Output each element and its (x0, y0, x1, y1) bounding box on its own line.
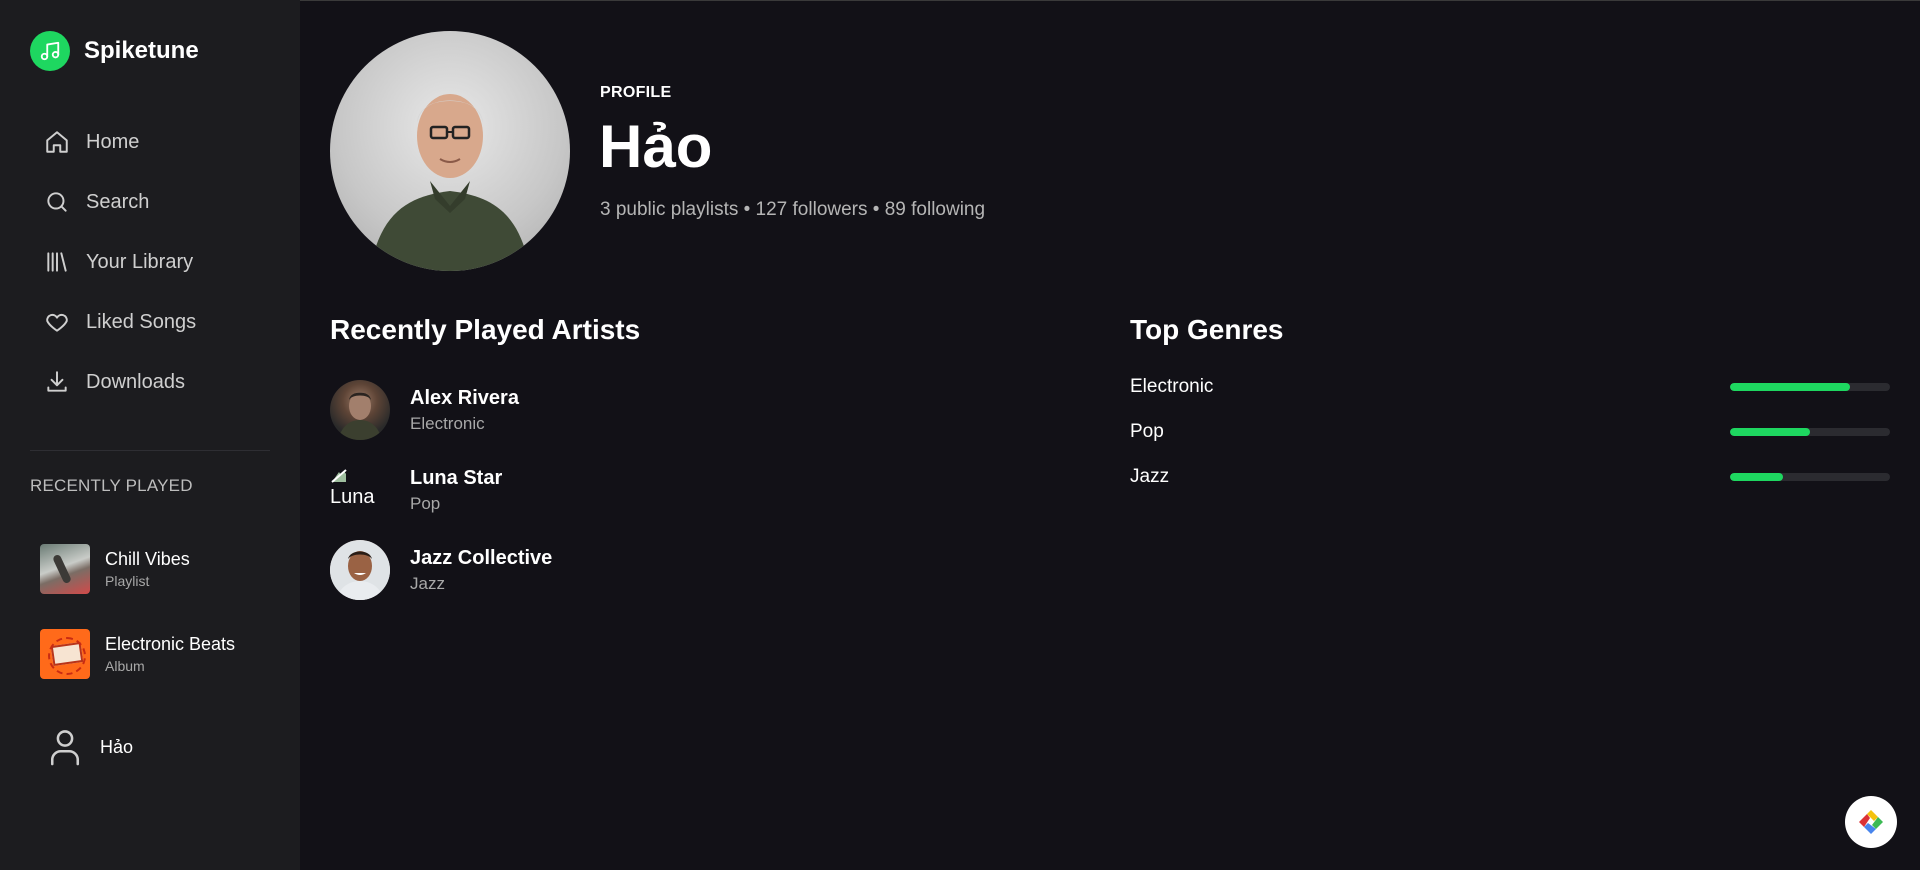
music-note-icon (30, 31, 70, 71)
nav-item-label: Search (86, 190, 150, 213)
search-icon (47, 192, 67, 212)
artist-name: Luna Star (410, 466, 503, 489)
broken-image: Luna (330, 460, 390, 520)
app-name: Spiketune (84, 37, 199, 64)
artist-row-jazz-collective[interactable]: Jazz Collective Jazz (330, 530, 930, 610)
recent-item-type: Album (105, 657, 145, 674)
genre-name: Jazz (1130, 465, 1170, 487)
sidebar-user[interactable]: Hảo (48, 728, 133, 766)
genre-bar-fill (1730, 382, 1850, 391)
recent-artists-list: Alex Rivera Electronic Luna Luna Star Po… (330, 370, 930, 610)
genre-bar-fill (1730, 472, 1783, 481)
genre-name: Electronic (1130, 375, 1214, 397)
main-nav: Home Search Your Library Liked Songs Dow… (30, 112, 270, 412)
nav-item-label: Downloads (86, 370, 185, 393)
recently-played-list: Chill Vibes Playlist Electronic Beats Al… (40, 526, 280, 696)
genre-row-jazz: Jazz (1130, 454, 1890, 499)
artist-avatar (330, 540, 390, 600)
profile-photo (370, 94, 530, 271)
main-content: PROFILE Hảo 3 public playlists • 127 fol… (300, 0, 1920, 870)
brand[interactable]: Spiketune (30, 31, 199, 71)
genre-bar (1730, 427, 1890, 436)
recent-item-title: Electronic Beats (105, 633, 236, 654)
heart-icon (46, 313, 68, 332)
playlist-cover (40, 543, 90, 594)
album-cover (40, 628, 90, 679)
recent-item-type: Playlist (105, 572, 150, 589)
nav-item-library[interactable]: Your Library (30, 232, 270, 292)
artist-genre: Jazz (410, 573, 445, 593)
recent-item-chill-vibes[interactable]: Chill Vibes Playlist (40, 526, 280, 611)
artist-row-alex-rivera[interactable]: Alex Rivera Electronic (330, 370, 930, 450)
artist-name: Alex Rivera (410, 386, 519, 409)
genre-bar (1730, 472, 1890, 481)
nav-item-home[interactable]: Home (30, 112, 270, 172)
recent-item-electronic-beats[interactable]: Electronic Beats Album (40, 611, 280, 696)
profile-stats: 3 public playlists • 127 followers • 89 … (600, 199, 986, 220)
nav-item-label: Liked Songs (86, 310, 197, 333)
nav-item-downloads[interactable]: Downloads (30, 352, 270, 412)
artist-row-luna-star[interactable]: Luna Luna Star Pop (330, 450, 930, 530)
genre-row-electronic: Electronic (1130, 364, 1890, 409)
nav-item-label: Your Library (86, 250, 194, 273)
sidebar-divider (30, 450, 270, 451)
recent-item-title: Chill Vibes (105, 548, 190, 569)
genre-row-pop: Pop (1130, 409, 1890, 454)
library-icon (47, 252, 67, 272)
broken-image-icon (331, 469, 347, 483)
top-genres-list: Electronic Pop Jazz (1130, 364, 1890, 499)
user-name: Hảo (100, 736, 134, 757)
broken-image-alt-text: Luna (330, 486, 375, 508)
profile-avatar[interactable] (330, 31, 570, 271)
top-genres-heading: Top Genres (1130, 314, 1284, 345)
genre-name: Pop (1130, 420, 1164, 442)
artist-genre: Pop (410, 493, 441, 513)
profile-type-label: PROFILE (600, 84, 672, 101)
nav-item-liked-songs[interactable]: Liked Songs (30, 292, 270, 352)
genre-bar-fill (1730, 427, 1810, 436)
recently-played-artists-heading: Recently Played Artists (330, 314, 641, 345)
user-icon (50, 730, 80, 766)
download-icon (47, 371, 67, 392)
genre-bar (1730, 382, 1890, 391)
diamond-logo-icon (1859, 810, 1883, 834)
artist-genre: Electronic (410, 413, 485, 433)
profile-name: Hảo (599, 113, 713, 180)
artist-avatar (330, 380, 390, 440)
nav-item-search[interactable]: Search (30, 172, 270, 232)
home-icon (46, 131, 68, 153)
artist-name: Jazz Collective (410, 546, 553, 569)
recently-played-heading: RECENTLY PLAYED (30, 476, 193, 495)
nav-item-label: Home (86, 130, 140, 153)
assistant-button[interactable] (1845, 796, 1897, 848)
sidebar: Spiketune Home Search Your Library Liked… (0, 0, 300, 870)
